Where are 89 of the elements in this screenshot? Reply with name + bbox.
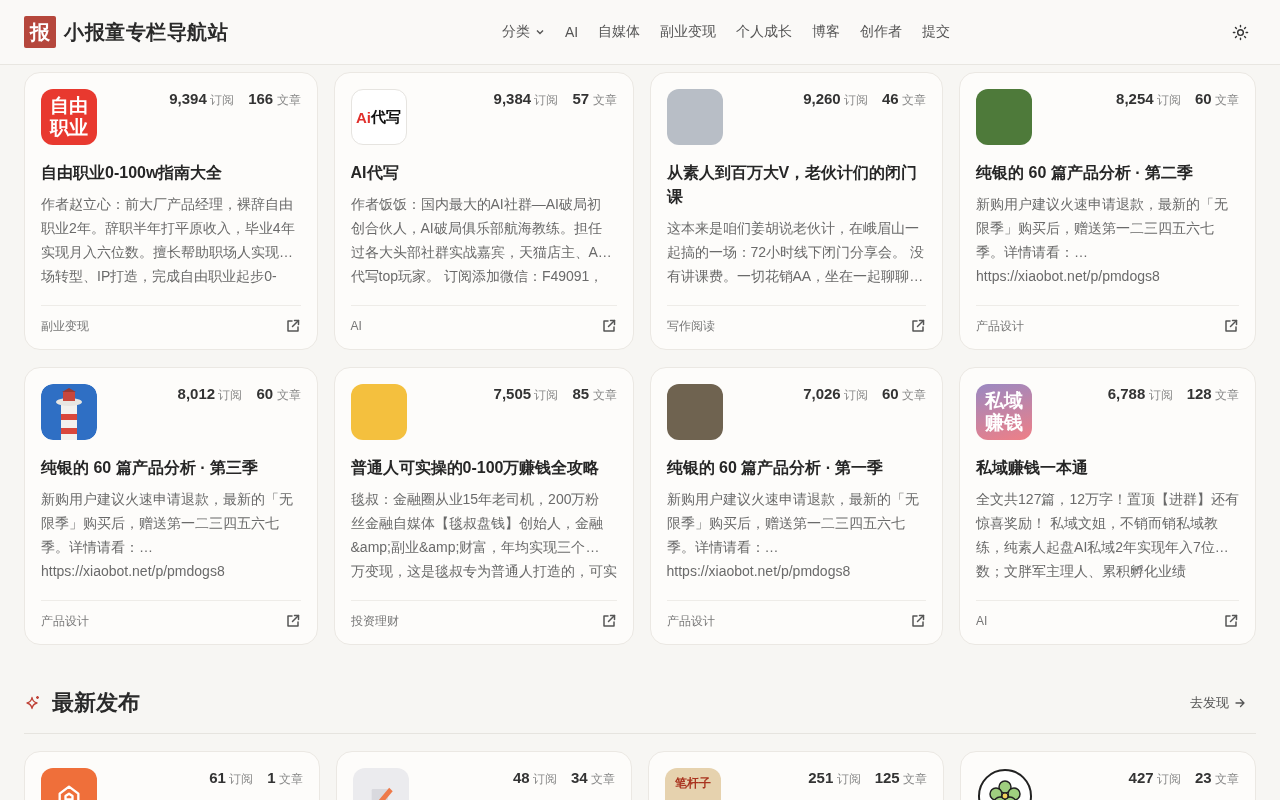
discover-link[interactable]: 去发现 — [1180, 690, 1256, 716]
sun-icon — [1231, 23, 1249, 41]
subscriber-count: 8,012 订阅 — [177, 384, 243, 404]
nav-link[interactable]: 博客 — [802, 17, 851, 47]
subscriber-count: 8,254 订阅 — [1116, 89, 1181, 109]
external-link-icon[interactable] — [600, 613, 617, 629]
category-label: 副业变现 — [41, 318, 89, 335]
column-card[interactable]: 8,254 订阅 60 文章 纯银的 60 篇产品分析 · 第二季 新购用户建议火速申请退款，最新的「无 限季」购买后，赠送第一二三四五六七 季。详情请看：… https://xiaobot.net/p/pmdogs8 产品设计 — [959, 72, 1256, 350]
column-card[interactable]: 笔杆子 251 订阅 125 文章 — [648, 751, 944, 800]
column-card[interactable]: Ai代写 9,384 订阅 57 文章 AI代写 作者饭饭：国内最大的AI社群—AI破局初 创合伙人，AI破局俱乐部航海教练。担任 过各大头部社群实战嘉宾，天猫店主、A… 代写top玩家。 订阅添加微信：F49091， AI — [333, 72, 634, 350]
card-description: 新购用户建议火速申请退款，最新的「无 限季」购买后，赠送第一二三四五六七 季。详情请看：… https://xiaobot.net/p/pmdogs8 — [41, 490, 294, 581]
subscriber-count: 7,026 订阅 — [803, 384, 869, 404]
nav-link[interactable]: 副业变现 — [650, 17, 727, 47]
card-description: 作者饭饭：国内最大的AI社群—AI破局初 创合伙人，AI破局俱乐部航海教练。担任 过各大头部社群实战嘉宾，天猫店主、A… 代写top玩家。 订阅添加微信：F49091， — [350, 195, 613, 286]
article-count: 46 文章 — [882, 89, 927, 109]
article-count: 128 文章 — [1186, 384, 1239, 404]
column-card[interactable]: 48 订阅 34 文章 — [336, 751, 632, 800]
subscriber-count: 9,260 订阅 — [803, 89, 869, 109]
subscriber-count: 61 订阅 — [209, 768, 254, 788]
external-link-icon[interactable] — [910, 318, 927, 334]
column-card[interactable]: 427 订阅 23 文章 — [960, 751, 1256, 800]
cover-logo: 自由职业 — [41, 89, 97, 145]
subscriber-count: 427 订阅 — [1128, 768, 1181, 788]
subscriber-count: 6,788 订阅 — [1107, 384, 1173, 404]
card-description: 毯叔：金融圈从业15年老司机，200万粉 丝金融自媒体【毯叔盘钱】创始人，金融 &amp;副业&amp;财富，年均实现三个… 万变现，这是毯叔专为普通人打造的，可实 — [350, 490, 617, 581]
nav-link[interactable]: 创作者 — [850, 17, 913, 47]
column-card[interactable]: 私域赚钱 6,788 订阅 128 文章 私域赚钱一本通 全文共127篇，12万字！置顶【进群】还有 惊喜奖励！ 私域文姐，不销而销私域教 练，纯素人起盘AI私域2年实现年入7位… 数；文胖军主理人、累积孵化业绩 AI — [959, 367, 1256, 645]
external-link-icon[interactable] — [1223, 318, 1239, 334]
column-card[interactable]: 7,026 订阅 60 文章 纯银的 60 篇产品分析 · 第一季 新购用户建议火速申请退款，最新的「无 限季」购买后，赠送第一二三四五六七 季。详情请看：… https://xiaobot.net/p/pmdogs8 产品设计 — [649, 367, 944, 645]
site-logo[interactable]: 报 — [24, 16, 56, 48]
card-description: 新购用户建议火速申请退款，最新的「无 限季」购买后，赠送第一二三四五六七 季。详情请看：… https://xiaobot.net/p/pmdogs8 — [666, 490, 920, 581]
category-label: 产品设计 — [666, 613, 715, 630]
external-link-icon[interactable] — [600, 318, 617, 334]
card-title: 纯银的 60 篇产品分析 · 第三季 — [41, 458, 259, 478]
column-card[interactable]: 7,505 订阅 85 文章 普通人可实操的0-100万赚钱全攻略 毯叔：金融圈从业15年老司机，200万粉 丝金融自媒体【毯叔盘钱】创始人，金融 &amp;副业&amp;财富，年均实现三个… 万变现，这是毯叔专为普通人打造的，可实 投资理财 — [333, 367, 634, 645]
card-description: 新购用户建议火速申请退款，最新的「无 限季」购买后，赠送第一二三四五六七 季。详情请看：… https://xiaobot.net/p/pmdogs8 — [976, 195, 1230, 286]
external-link-icon[interactable] — [284, 318, 301, 334]
article-count: 57 文章 — [572, 89, 617, 109]
article-count: 166 文章 — [248, 89, 301, 109]
category-label: AI — [350, 318, 362, 335]
article-count: 125 文章 — [874, 768, 927, 788]
nav-link[interactable]: 提交 — [912, 17, 961, 47]
article-count: 60 文章 — [256, 384, 301, 404]
external-link-icon[interactable] — [1223, 613, 1239, 629]
column-card[interactable]: 自由职业 9,394 订阅 166 文章 自由职业0-100w指南大全 作者赵立心：前大厂产品经理，裸辞自由 职业2年。辞职半年打平原收入，毕业4年 实现月入六位数。擅长帮助职场人实现… 场转型、IP打造，完成自由职业起步0- 副业变现 — [24, 72, 318, 350]
article-count: 60 文章 — [1194, 89, 1239, 109]
nav-link[interactable]: 自媒体 — [588, 17, 651, 47]
external-link-icon[interactable] — [910, 613, 927, 629]
lighthouse-drawing — [41, 384, 97, 440]
section-title: 最新发布 — [52, 689, 140, 717]
site-title[interactable]: 小报童专栏导航站 — [64, 18, 228, 46]
nav-dropdown[interactable]: 分类 — [491, 17, 555, 47]
subscriber-count: 9,394 订阅 — [169, 89, 235, 109]
sparkle-icon — [25, 695, 41, 711]
column-card[interactable]: 8,012 订阅 60 文章 纯银的 60 篇产品分析 · 第三季 新购用户建议火速申请退款，最新的「无 限季」购买后，赠送第一二三四五六七 季。详情请看：… https://xiaobot.net/p/pmdogs8 产品设计 — [24, 367, 318, 645]
article-count: 60 文章 — [882, 384, 927, 404]
arrow-right-icon — [1234, 697, 1246, 709]
card-title: AI代写 — [350, 163, 400, 183]
category-label: AI — [976, 613, 988, 630]
subscriber-count: 48 订阅 — [512, 768, 557, 788]
card-title: 私域赚钱一本通 — [976, 458, 1090, 478]
card-title: 自由职业0-100w指南大全 — [41, 163, 224, 183]
cover-logo: 私域赚钱 — [976, 384, 1033, 440]
external-link-icon[interactable] — [284, 613, 301, 629]
subscriber-count: 7,505 订阅 — [493, 384, 559, 404]
card-description: 全文共127篇，12万字！置顶【进群】还有 惊喜奖励！ 私域文姐，不销而销私域教 练，纯素人起盘AI私域2年实现年入7位… 数；文胖军主理人、累积孵化业绩 — [976, 490, 1239, 581]
card-title: 纯银的 60 篇产品分析 · 第一季 — [666, 458, 885, 478]
article-count: 1 文章 — [267, 768, 303, 788]
article-count: 23 文章 — [1194, 768, 1239, 788]
card-description: 作者赵立心：前大厂产品经理，裸辞自由 职业2年。辞职半年打平原收入，毕业4年 实现月入六位数。擅长帮助职场人实现… 场转型、IP打造，完成自由职业起步0- — [41, 195, 296, 286]
subscriber-count: 251 订阅 — [808, 768, 861, 788]
column-card[interactable]: 61 订阅 1 文章 — [24, 751, 320, 800]
chevron-down-icon — [534, 27, 545, 37]
card-title: 从素人到百万大V，老伙计们的闭门课 — [666, 163, 919, 207]
article-count: 34 文章 — [570, 768, 615, 788]
category-label: 投资理财 — [350, 613, 399, 630]
article-count: 85 文章 — [572, 384, 617, 404]
cover-logo: Ai代写 — [350, 89, 407, 145]
cover-logo: 笔杆子 — [665, 768, 721, 800]
card-description: 这本来是咱们姜胡说老伙计，在峨眉山一 起搞的一场：72小时线下闭门分享会。 没 有讲课费。一切花销AA，坐在一起聊聊… — [666, 219, 925, 286]
category-label: 产品设计 — [41, 613, 89, 630]
nav-link[interactable]: AI — [554, 18, 589, 46]
nav-link[interactable]: 个人成长 — [726, 17, 803, 47]
subscriber-count: 9,384 订阅 — [493, 89, 559, 109]
card-title: 普通人可实操的0-100万赚钱全攻略 — [350, 458, 601, 478]
category-label: 产品设计 — [976, 318, 1025, 335]
column-card[interactable]: 9,260 订阅 46 文章 从素人到百万大V，老伙计们的闭门课 这本来是咱们姜胡说老伙计，在峨眉山一 起搞的一场：72小时线下闭门分享会。 没 有讲课费。一切花销AA，坐在一起聊聊… 写作阅读 — [649, 72, 944, 350]
category-label: 写作阅读 — [666, 318, 715, 335]
card-title: 纯银的 60 篇产品分析 · 第二季 — [976, 163, 1194, 183]
